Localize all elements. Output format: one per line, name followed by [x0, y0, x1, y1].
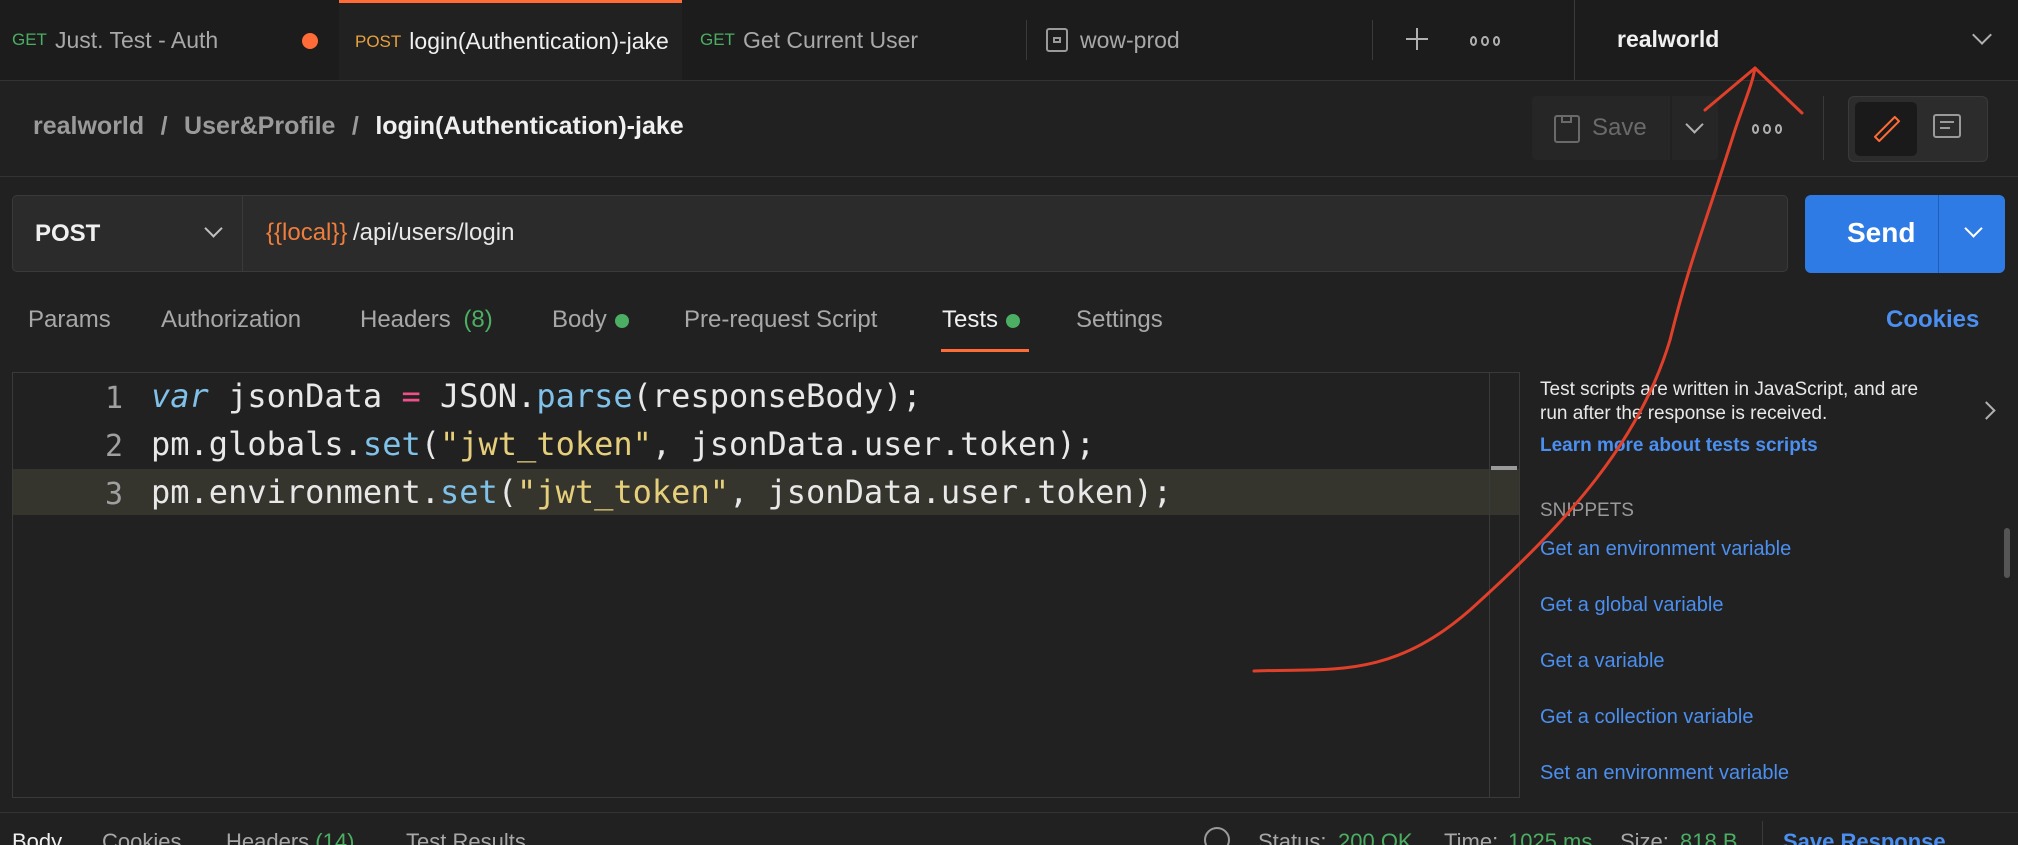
annotation-arrow [1252, 66, 1804, 673]
